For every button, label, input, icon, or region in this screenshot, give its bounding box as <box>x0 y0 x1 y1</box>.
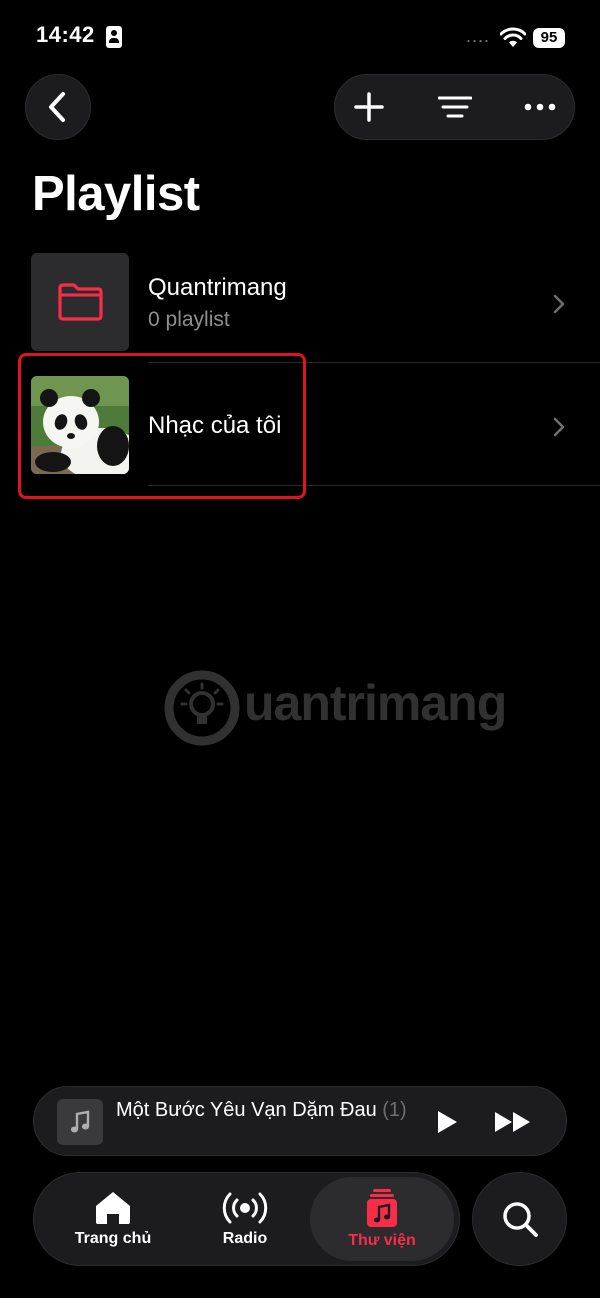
music-note-icon <box>70 1110 90 1133</box>
back-button[interactable] <box>25 74 91 140</box>
header-actions <box>334 74 575 140</box>
chevron-right-icon <box>553 294 565 314</box>
mini-player[interactable]: Một Bước Yêu Vạn Dặm Đau (1) <box>33 1086 567 1156</box>
search-button[interactable] <box>472 1172 567 1266</box>
tab-bar: Trang chủ Radio Thư viện <box>33 1172 460 1266</box>
library-icon <box>367 1189 397 1227</box>
watermark-logo: uantrimang <box>164 668 524 748</box>
more-dots-icon <box>524 103 556 111</box>
tab-label: Radio <box>222 1230 268 1247</box>
now-playing-title: Một Bước Yêu Vạn Dặm Đau (1) <box>116 1099 407 1122</box>
signal-dots: .... <box>466 26 491 46</box>
more-button[interactable] <box>510 75 570 139</box>
now-playing-artwork <box>57 1099 103 1145</box>
sort-lines-icon <box>438 96 472 118</box>
playlist-subtitle: 0 playlist <box>148 308 230 331</box>
wifi-icon <box>500 27 526 47</box>
tab-home[interactable]: Trang chủ <box>44 1173 182 1265</box>
search-icon <box>502 1202 538 1237</box>
tab-label: Thư viện <box>348 1232 416 1249</box>
battery-indicator: 95 <box>533 28 565 48</box>
folder-icon <box>58 283 103 321</box>
folder-artwork <box>31 253 129 351</box>
watermark-text: uantrimang <box>244 675 507 731</box>
song-title: Một Bước Yêu Vạn Dặm Đau <box>116 1099 377 1121</box>
tab-radio[interactable]: Radio <box>182 1173 308 1265</box>
fast-forward-icon[interactable] <box>494 1111 532 1133</box>
highlight-box <box>18 353 306 499</box>
chevron-left-icon <box>49 92 65 122</box>
sort-button[interactable] <box>425 75 485 139</box>
tab-library[interactable]: Thư viện <box>310 1177 454 1261</box>
radio-icon <box>222 1192 268 1224</box>
add-button[interactable] <box>339 75 399 139</box>
status-time: 14:42 <box>36 22 95 47</box>
playlist-title: Quantrimang <box>148 274 287 301</box>
home-icon <box>96 1192 130 1224</box>
tab-label: Trang chủ <box>74 1230 152 1247</box>
page-title: Playlist <box>32 167 200 221</box>
play-icon[interactable] <box>436 1110 458 1134</box>
chevron-right-icon <box>553 417 565 437</box>
song-count: (1) <box>382 1099 407 1121</box>
plus-icon <box>354 92 384 122</box>
playlist-folder-row[interactable]: Quantrimang 0 playlist <box>0 241 600 363</box>
lightbulb-logo-icon <box>164 670 240 746</box>
id-card-icon <box>106 26 122 48</box>
